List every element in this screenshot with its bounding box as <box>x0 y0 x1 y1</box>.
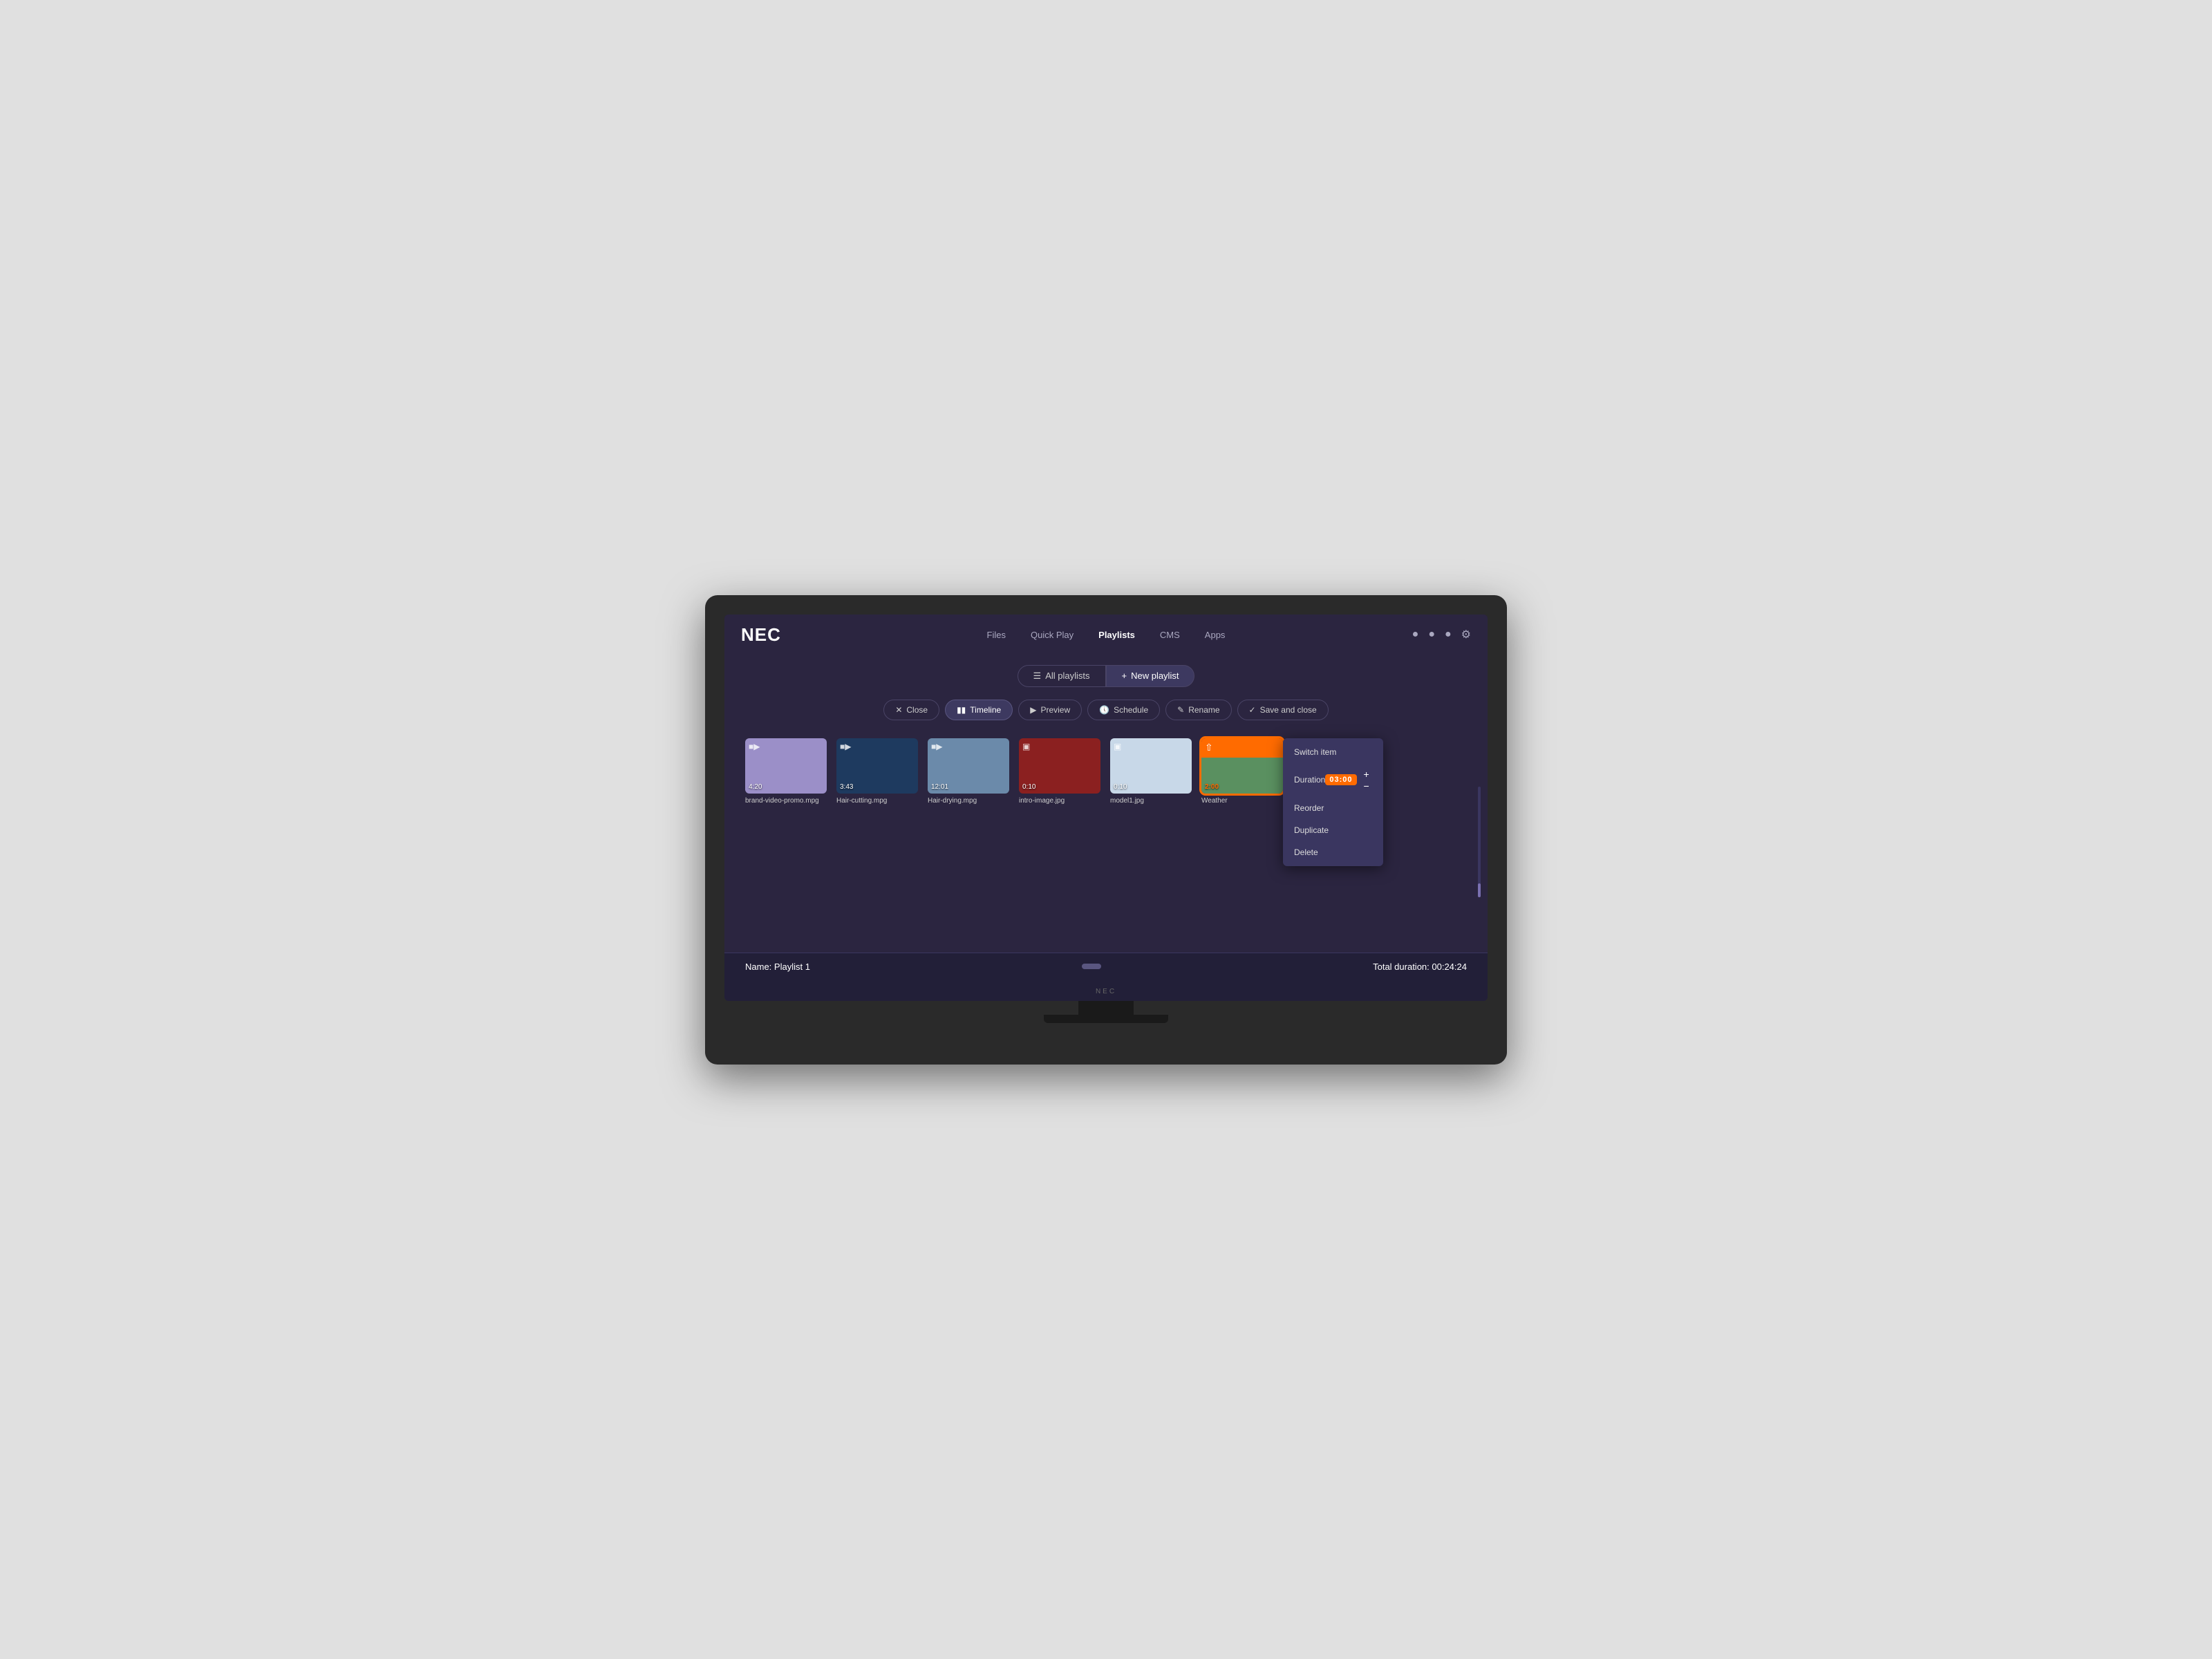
nav-icons: ● ● ● ⚙ <box>1412 628 1471 641</box>
duration-0: 4:20 <box>749 783 762 791</box>
video-icon-2: ■▶ <box>931 742 942 751</box>
video-icon-0: ■▶ <box>749 742 760 751</box>
rename-button[interactable]: ✎ Rename <box>1165 700 1231 720</box>
nav-cms[interactable]: CMS <box>1159 627 1181 643</box>
ctx-reorder[interactable]: Reorder <box>1283 797 1383 819</box>
check-icon: ✓ <box>1249 705 1256 715</box>
nav-apps[interactable]: Apps <box>1203 627 1227 643</box>
new-playlist-label: New playlist <box>1131 671 1179 681</box>
media-name-0: brand-video-promo.mpg <box>745 797 827 805</box>
save-close-button[interactable]: ✓ Save and close <box>1237 700 1329 720</box>
video-icon-1: ■▶ <box>840 742 851 751</box>
context-menu: Switch item Duration 03:00 + − <box>1283 738 1383 866</box>
ctx-duration[interactable]: Duration 03:00 + − <box>1283 763 1383 797</box>
total-duration: Total duration: 00:24:24 <box>1373 962 1467 972</box>
play-icon: ▶ <box>1030 705 1036 715</box>
toolbar: ✕ Close ▮▮ Timeline ▶ Preview 🕔 Schedule… <box>724 694 1488 731</box>
media-thumb-1: ■▶ 3:43 <box>836 738 918 794</box>
media-card-3[interactable]: ▣ 0:10 intro-image.jpg <box>1019 738 1100 805</box>
media-card-2[interactable]: ■▶ 12:01 Hair-drying.mpg <box>928 738 1009 805</box>
new-playlist-tab[interactable]: + New playlist <box>1106 665 1195 687</box>
all-playlists-tab[interactable]: ☰ All playlists <box>1018 665 1106 687</box>
ctx-duplicate[interactable]: Duplicate <box>1283 819 1383 841</box>
duration-increase[interactable]: + <box>1361 769 1372 779</box>
scroll-pip <box>1082 964 1101 969</box>
user-icon[interactable]: ● <box>1412 628 1419 641</box>
all-playlists-label: All playlists <box>1045 671 1089 681</box>
monitor-stand <box>724 1001 1488 1023</box>
globe-icon[interactable]: ● <box>1428 628 1435 641</box>
monitor-screen: NEC Files Quick Play Playlists CMS Apps … <box>724 615 1488 1001</box>
media-strip: ■▶ 4:20 brand-video-promo.mpg ■▶ 3:43 Ha… <box>745 738 1467 805</box>
media-name-2: Hair-drying.mpg <box>928 797 1009 805</box>
schedule-icon: 🕔 <box>1099 705 1109 715</box>
duration-value[interactable]: 03:00 <box>1325 774 1356 785</box>
media-card-5[interactable]: ⇧ 2:00 Weather Switch item Duration <box>1201 738 1283 805</box>
nav-quickplay[interactable]: Quick Play <box>1029 627 1075 643</box>
image-icon-4: ▣ <box>1114 742 1121 751</box>
top-nav: NEC Files Quick Play Playlists CMS Apps … <box>724 615 1488 655</box>
media-name-1: Hair-cutting.mpg <box>836 797 918 805</box>
image-icon-3: ▣ <box>1022 742 1030 751</box>
weather-arrow-icon: ⇧ <box>1205 742 1213 753</box>
media-area: ■▶ 4:20 brand-video-promo.mpg ■▶ 3:43 Ha… <box>724 731 1488 953</box>
close-button[interactable]: ✕ Close <box>883 700 939 720</box>
timeline-button[interactable]: ▮▮ Timeline <box>945 700 1013 720</box>
settings-icon[interactable]: ⚙ <box>1461 628 1471 641</box>
ctx-switch-item[interactable]: Switch item <box>1283 741 1383 763</box>
duration-control: 03:00 + − <box>1325 769 1371 791</box>
media-thumb-2: ■▶ 12:01 <box>928 738 1009 794</box>
media-card-4[interactable]: ▣ 0:10 model1.jpg <box>1110 738 1192 805</box>
nav-center: Files Quick Play Playlists CMS Apps <box>986 627 1227 643</box>
stand-neck <box>1078 1001 1134 1015</box>
duration-stepper: + − <box>1361 769 1372 791</box>
ctx-delete[interactable]: Delete <box>1283 841 1383 863</box>
playlist-tabs: ☰ All playlists + New playlist <box>724 665 1488 687</box>
nec-logo: NEC <box>741 624 781 646</box>
nav-files[interactable]: Files <box>986 627 1007 643</box>
duration-5: 2:00 <box>1205 783 1219 791</box>
media-card-1[interactable]: ■▶ 3:43 Hair-cutting.mpg <box>836 738 918 805</box>
media-thumb-0: ■▶ 4:20 <box>745 738 827 794</box>
media-thumb-3: ▣ 0:10 <box>1019 738 1100 794</box>
scroll-indicator <box>1082 964 1101 969</box>
scrollbar-track[interactable] <box>1478 787 1481 897</box>
media-name-5: Weather <box>1201 797 1283 805</box>
duration-2: 12:01 <box>931 783 948 791</box>
pencil-icon: ✎ <box>1177 705 1184 715</box>
preview-button[interactable]: ▶ Preview <box>1018 700 1082 720</box>
stand-base <box>1044 1015 1168 1023</box>
monitor-brand-label: NEC <box>1096 988 1116 995</box>
wifi-icon[interactable]: ● <box>1445 628 1452 641</box>
timeline-icon: ▮▮ <box>957 705 966 715</box>
status-bar: Name: Playlist 1 Total duration: 00:24:2… <box>724 953 1488 980</box>
duration-1: 3:43 <box>840 783 853 791</box>
plus-icon: + <box>1122 671 1127 681</box>
list-icon: ☰ <box>1033 671 1042 682</box>
media-thumb-4: ▣ 0:10 <box>1110 738 1192 794</box>
scrollbar-thumb[interactable] <box>1478 883 1481 897</box>
duration-decrease[interactable]: − <box>1361 781 1372 791</box>
media-card-0[interactable]: ■▶ 4:20 brand-video-promo.mpg <box>745 738 827 805</box>
media-name-4: model1.jpg <box>1110 797 1192 805</box>
duration-4: 0:10 <box>1114 783 1127 791</box>
monitor-outer: NEC Files Quick Play Playlists CMS Apps … <box>705 595 1507 1065</box>
close-icon: ✕ <box>895 705 902 715</box>
playlist-name: Name: Playlist 1 <box>745 962 810 972</box>
schedule-button[interactable]: 🕔 Schedule <box>1087 700 1160 720</box>
media-thumb-5: ⇧ 2:00 <box>1201 738 1283 794</box>
duration-3: 0:10 <box>1022 783 1035 791</box>
media-name-3: intro-image.jpg <box>1019 797 1100 805</box>
nav-playlists[interactable]: Playlists <box>1097 627 1136 643</box>
